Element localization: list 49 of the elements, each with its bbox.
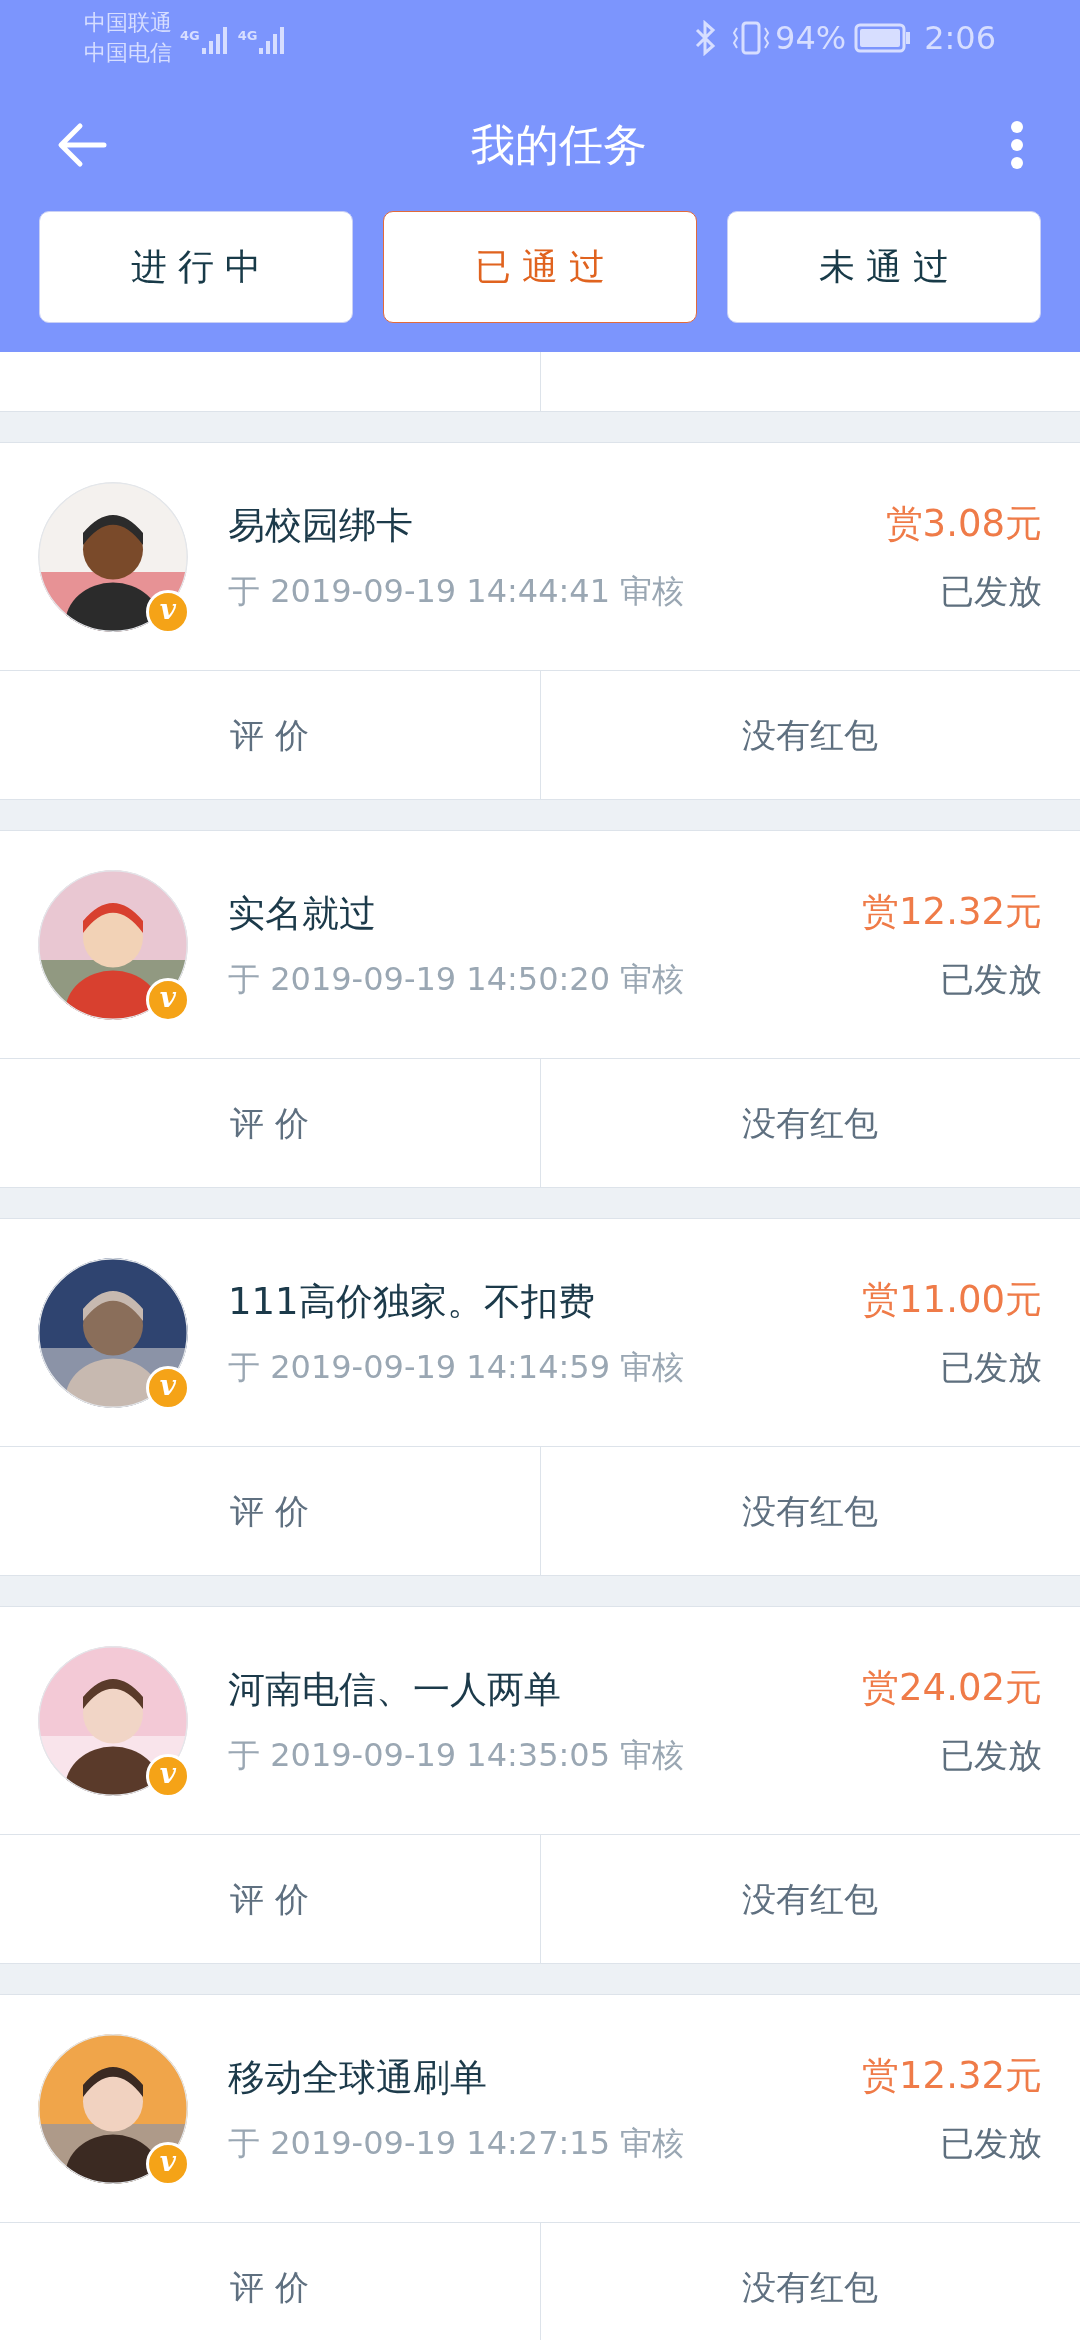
carrier-name: 中国电信 [84,38,172,67]
vibrate-icon [731,19,771,56]
battery-percent: 94% [775,17,847,59]
reward-amount: 赏24.02元 [862,1665,1042,1712]
payout-status: 已发放 [940,957,1042,1001]
task-title: 易校园绑卡 [228,502,414,549]
review-time: 于 2019-09-19 14:35:05 审核 [228,1735,686,1777]
payout-status: 已发放 [940,1733,1042,1777]
task-title: 河南电信、一人两单 [228,1666,562,1713]
verified-badge: v [146,977,190,1022]
payout-status: 已发放 [940,569,1042,613]
more-options-icon[interactable] [1010,120,1024,170]
carrier-name: 中国联通 [84,8,172,37]
verified-badge: v [146,2141,190,2186]
verified-badge: v [146,589,190,634]
filter-tab[interactable]: 进 行 中 [39,211,353,323]
review-time: 于 2019-09-19 14:14:59 审核 [228,1347,686,1389]
reward-amount: 赏12.32元 [862,2053,1042,2100]
rate-button[interactable]: 评 价 [0,2223,541,2340]
payout-status: 已发放 [940,2121,1042,2165]
rate-button[interactable]: 评 价 [0,1447,541,1575]
rate-button[interactable]: 评 价 [0,671,541,799]
task-title: 移动全球通刷单 [228,2054,488,2101]
bonus-button[interactable]: 没有红包 [540,1059,1080,1187]
filter-tab[interactable]: 未 通 过 [727,211,1041,323]
payout-status: 已发放 [940,1345,1042,1389]
review-time: 于 2019-09-19 14:44:41 审核 [228,571,686,613]
network-label: 4G [237,26,258,45]
page-title: 我的任务 [471,118,647,172]
battery-icon [854,22,913,53]
network-label: 4G [180,26,200,45]
bonus-button[interactable]: 没有红包 [540,2223,1080,2340]
review-time: 于 2019-09-19 14:27:15 审核 [228,2123,686,2165]
reward-amount: 赏11.00元 [862,1277,1042,1324]
verified-badge: v [146,1753,190,1798]
reward-amount: 赏3.08元 [885,501,1042,548]
task-title: 111高价独家。不扣费 [228,1278,596,1325]
clock: 2:06 [924,17,996,59]
bonus-button[interactable]: 没有红包 [540,1447,1080,1575]
verified-badge: v [146,1365,190,1410]
rate-button[interactable]: 评 价 [0,1835,541,1963]
review-time: 于 2019-09-19 14:50:20 审核 [228,959,686,1001]
bonus-button[interactable]: 没有红包 [540,1835,1080,1963]
rate-button[interactable]: 评 价 [0,1059,541,1187]
task-title: 实名就过 [228,890,377,937]
bonus-button[interactable]: 没有红包 [540,671,1080,799]
back-arrow-icon[interactable] [56,121,108,169]
reward-amount: 赏12.32元 [862,889,1042,936]
filter-tab[interactable]: 已 通 过 [383,211,697,323]
